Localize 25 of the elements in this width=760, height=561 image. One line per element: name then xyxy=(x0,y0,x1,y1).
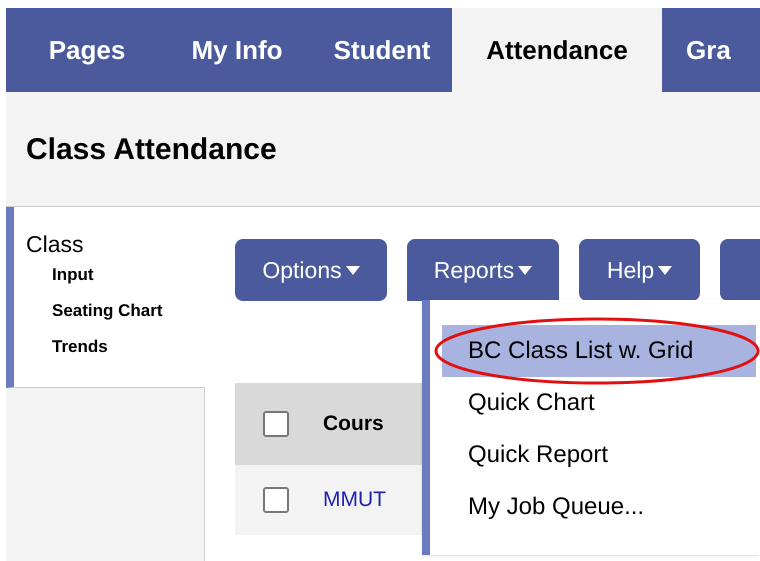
sidebar-link[interactable]: Trends xyxy=(52,329,205,365)
page-title: Class Attendance xyxy=(26,132,277,168)
nav-tab[interactable]: My Info xyxy=(162,8,312,92)
menu-button[interactable]: Help xyxy=(579,239,700,301)
nav-tab[interactable]: Attendance xyxy=(452,8,662,92)
menu-item[interactable]: Quick Chart xyxy=(442,377,756,429)
menu-item[interactable]: Quick Report xyxy=(442,429,756,481)
menu-button[interactable]: Reports xyxy=(407,239,559,301)
caret-icon xyxy=(346,266,360,274)
sidebar-link[interactable]: Input xyxy=(52,257,205,293)
sidebar-link[interactable]: Seating Chart xyxy=(52,293,205,329)
menu-button[interactable] xyxy=(720,239,760,301)
course-link[interactable]: MMUT xyxy=(323,484,386,516)
nav-tab[interactable]: Pages xyxy=(12,8,162,92)
menu-item[interactable]: BC Class List w. Grid xyxy=(442,325,756,377)
nav-tab[interactable]: Student xyxy=(312,8,452,92)
menu-button[interactable]: Options xyxy=(235,239,387,301)
nav-tab[interactable]: Gra xyxy=(662,8,742,92)
checkbox[interactable] xyxy=(263,487,289,513)
column-header: Cours xyxy=(323,411,384,438)
menu-item[interactable]: My Job Queue... xyxy=(442,481,756,533)
sidebar-heading: Class xyxy=(26,231,85,257)
checkbox[interactable] xyxy=(263,411,289,437)
caret-icon xyxy=(518,266,532,274)
caret-icon xyxy=(658,266,672,274)
